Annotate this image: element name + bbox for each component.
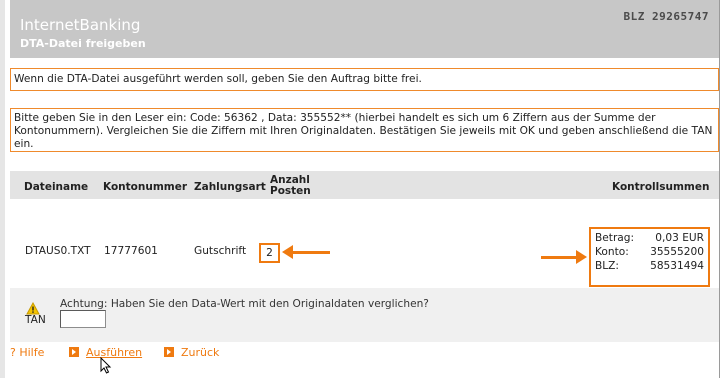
right-border (719, 0, 720, 378)
checksum-account-value: 35555200 (650, 246, 704, 258)
page: InternetBanking DTA-Datei freigeben BLZ … (0, 0, 725, 378)
cell-count: 2 (259, 243, 280, 263)
back-bullet-icon (164, 347, 174, 357)
arrow-head-right (576, 250, 587, 264)
bank-code: BLZ 29265747 (623, 10, 709, 23)
release-notice: Wenn die DTA-Datei ausgeführt werden sol… (10, 68, 719, 91)
left-border (0, 0, 5, 378)
execute-bullet-icon (69, 347, 79, 357)
tan-row: TAN (10, 306, 719, 342)
checksum-blz-value: 58531494 (650, 260, 704, 272)
column-header-account: Kontonummer (103, 181, 188, 193)
reader-instruction: Bitte geben Sie in den Leser ein: Code: … (10, 108, 719, 152)
execute-link[interactable]: Ausführen (86, 346, 142, 359)
checksum-amount-label: Betrag: (595, 232, 635, 244)
column-header-filename: Dateiname (24, 181, 89, 193)
page-title: DTA-Datei freigeben (20, 37, 146, 50)
tan-label: TAN (25, 314, 46, 326)
table-header: Dateiname Kontonummer Zahlungsart Anzahl… (10, 171, 719, 199)
mouse-cursor-icon (100, 356, 112, 377)
arrow-head-left (282, 245, 293, 259)
checksum-account-label: Konto: (595, 246, 629, 258)
back-link[interactable]: Zurück (181, 346, 219, 359)
header-bar: InternetBanking DTA-Datei freigeben BLZ … (10, 0, 719, 58)
checksum-blz-label: BLZ: (595, 260, 619, 272)
checksum-account: Konto: 35555200 (595, 245, 704, 259)
highlight-arrow-count (282, 245, 330, 259)
column-header-payment-type: Zahlungsart (194, 181, 266, 193)
cell-payment-type: Gutschrift (194, 245, 247, 257)
cell-filename: DTAUS0.TXT (25, 245, 91, 257)
column-header-count-line2: Posten (270, 185, 311, 197)
cell-account: 17777601 (104, 245, 158, 257)
help-link[interactable]: ? Hilfe (10, 346, 44, 359)
checksums-box: Betrag: 0,03 EUR Konto: 35555200 BLZ: 58… (589, 227, 710, 287)
checksum-amount: Betrag: 0,03 EUR (595, 231, 704, 245)
checksum-blz: BLZ: 58531494 (595, 259, 704, 273)
brand-title: InternetBanking (20, 16, 141, 34)
highlight-arrow-checksums (541, 250, 587, 264)
tan-input[interactable] (60, 310, 106, 328)
column-header-checksums: Kontrollsummen (612, 181, 710, 193)
checksum-amount-value: 0,03 EUR (655, 232, 704, 244)
